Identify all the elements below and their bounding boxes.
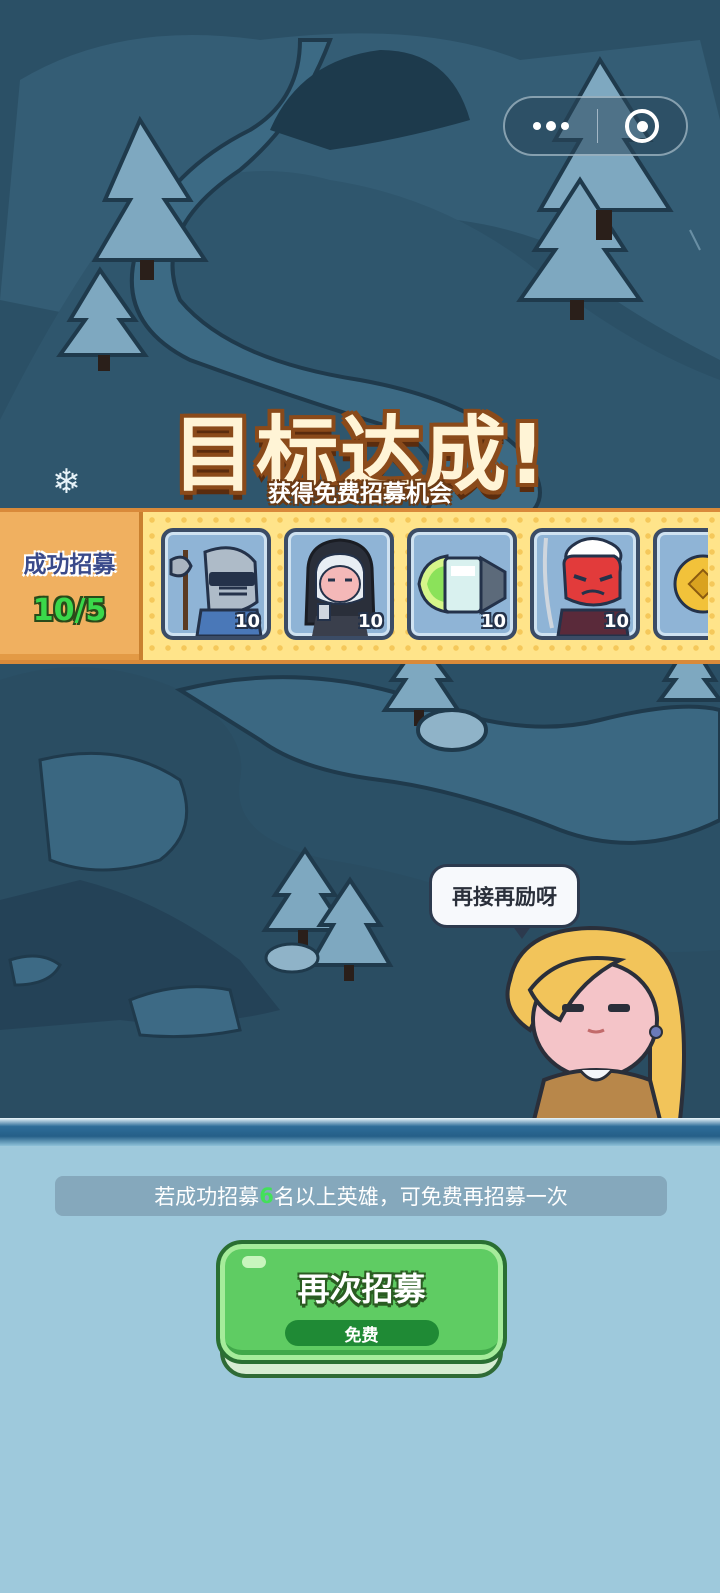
hero-card-oni[interactable]: 10 <box>530 528 640 640</box>
recruit-again-button-wrapper: 再次招募 免费 <box>216 1240 507 1380</box>
mini-program-capsule <box>503 96 688 156</box>
recruited-hero-list[interactable]: 10 10 10 10 <box>161 528 708 644</box>
exit-mini-program-button[interactable] <box>598 98 686 154</box>
target-circle-icon <box>625 109 659 143</box>
ice-border <box>0 1118 720 1146</box>
recruit-count-panel: 成功招募 10/5 <box>0 512 143 660</box>
recruit-result-banner: 成功招募 10/5 10 10 10 10 <box>0 508 720 664</box>
hint-number: 6 <box>259 1184 274 1208</box>
ellipsis-icon <box>533 122 541 130</box>
hint-text-before: 若成功招募 <box>154 1185 260 1209</box>
free-recruit-subtitle: 获得免费招募机会 <box>268 481 452 507</box>
recruit-count-label: 成功招募 <box>23 551 116 578</box>
button-gloss <box>242 1256 266 1268</box>
hero-level: 10 <box>357 611 383 632</box>
hero-level: 10 <box>603 611 629 632</box>
more-menu-button[interactable] <box>505 98 597 154</box>
free-recruit-hint: 若成功招募 6 名以上英雄，可免费再招募一次 <box>55 1176 667 1216</box>
snowflake-icon: ❄ <box>52 462 81 502</box>
recruit-again-label: 再次招募 <box>297 1270 426 1308</box>
hero-card-nun[interactable]: 10 <box>284 528 394 640</box>
hero-level: 10 <box>480 611 506 632</box>
blonde-guide-character <box>505 925 686 1120</box>
recruit-count-value: 10/5 <box>32 592 107 628</box>
hint-text-after: 名以上英雄，可免费再招募一次 <box>273 1185 568 1209</box>
encourage-speech-bubble: 再接再励呀 <box>429 864 580 939</box>
hero-card-gold-coin[interactable] <box>653 528 708 640</box>
recruit-again-button[interactable]: 再次招募 免费 <box>216 1240 507 1364</box>
gold-coin-portrait <box>673 554 708 614</box>
hero-card-crystal[interactable]: 10 <box>407 528 517 640</box>
hero-card-knight[interactable]: 10 <box>161 528 271 640</box>
hero-level: 10 <box>234 611 260 632</box>
free-cost-badge: 免费 <box>284 1320 439 1346</box>
